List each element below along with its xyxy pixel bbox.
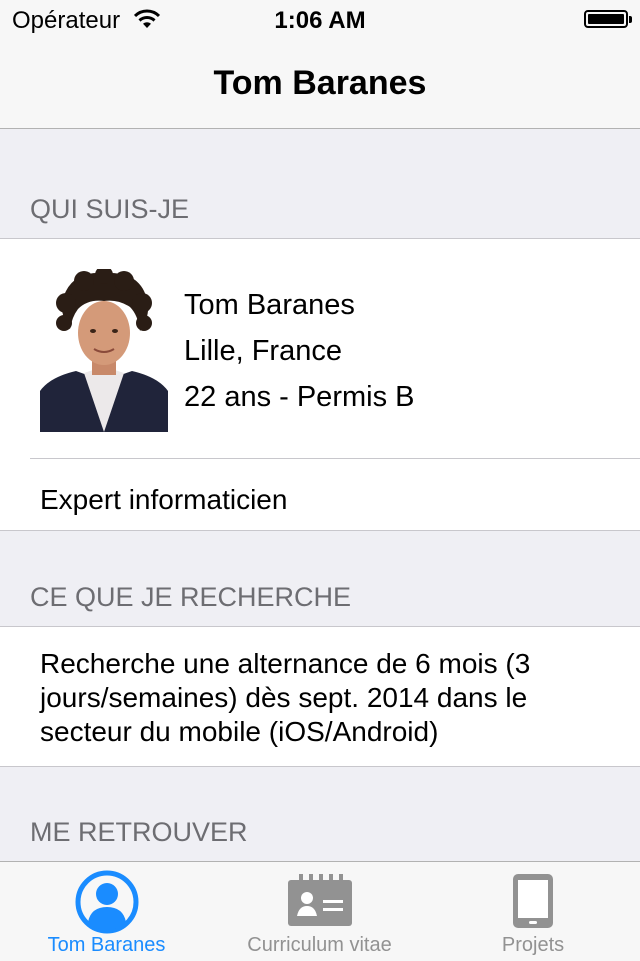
navigation-bar: Tom Baranes (0, 40, 640, 129)
tab-curriculum-vitae[interactable]: Curriculum vitae (213, 862, 426, 961)
battery-icon (584, 10, 632, 28)
section-header-find-me: ME RETROUVER (30, 817, 248, 847)
status-time: 1:06 AM (274, 7, 366, 34)
section-header-about: QUI SUIS-JE (30, 194, 190, 224)
status-bar: Opérateur 1:06 AM (0, 0, 640, 40)
tab-tom-baranes[interactable]: Tom Baranes (0, 862, 213, 961)
looking-for-text: Recherche une alternance de 6 mois (3 jo… (40, 648, 531, 747)
profile-tagline: Expert informaticien (40, 484, 288, 515)
profile-age-license: 22 ans - Permis B (184, 381, 415, 413)
profile-photo (40, 269, 168, 432)
profile-name: Tom Baranes (184, 289, 355, 321)
looking-for-card: Recherche une alternance de 6 mois (3 jo… (0, 626, 640, 767)
tab-label: Tom Baranes (47, 934, 166, 956)
contact-card-icon (287, 874, 353, 933)
tab-label: Projets (501, 934, 565, 956)
about-card: Tom Baranes Lille, France 22 ans - Permi… (0, 238, 640, 531)
row-separator (30, 458, 640, 459)
tab-bar: Tom Baranes Curriculum vitae Projets (0, 861, 640, 961)
profile-icon (75, 870, 139, 939)
tab-projets[interactable]: Projets (426, 862, 640, 961)
tablet-icon (511, 872, 555, 935)
tab-label: Curriculum vitae (247, 934, 392, 956)
page-title: Tom Baranes (213, 64, 427, 102)
section-header-looking-for: CE QUE JE RECHERCHE (30, 582, 352, 612)
profile-location: Lille, France (184, 335, 342, 367)
